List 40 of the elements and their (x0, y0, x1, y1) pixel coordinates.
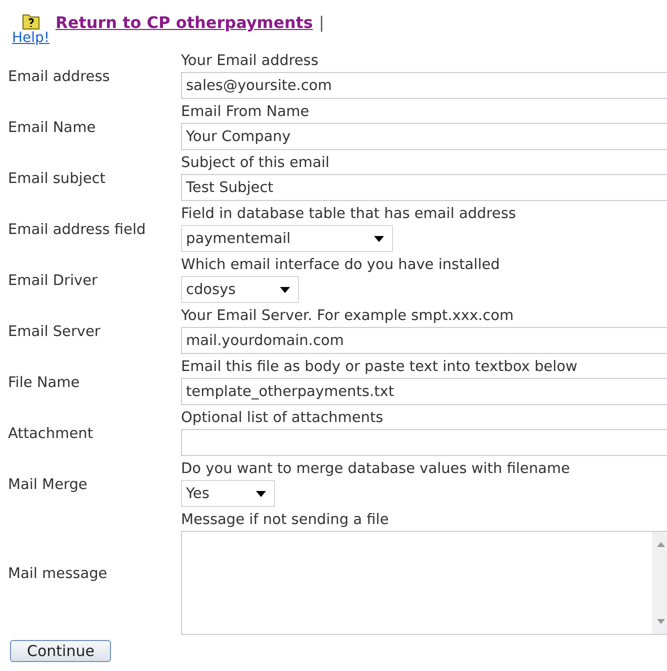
field-label: Email Driver (7, 272, 98, 288)
dropdown[interactable]: paymentemail (181, 225, 393, 252)
field-label: Mail Merge (7, 476, 88, 492)
field-hint: Which email interface do you have installed (181, 256, 501, 275)
return-link[interactable]: Return to CP otherpayments (56, 13, 313, 32)
field-hint: Field in database table that has email address (181, 205, 517, 224)
field-hint: Message if not sending a file (181, 511, 390, 530)
continue-button[interactable]: Continue (10, 640, 112, 662)
field-label: Email Name (7, 120, 97, 136)
text-field[interactable] (181, 429, 667, 456)
text-field[interactable]: Your Company (181, 123, 667, 150)
field-label: Email subject (7, 170, 106, 186)
link-separator: | (318, 13, 324, 32)
field-hint: Your Email Server. For example smpt.xxx.com (181, 307, 515, 326)
message-field[interactable] (181, 531, 667, 635)
dropdown[interactable]: cdosys (181, 276, 299, 303)
field-hint: Email From Name (181, 103, 310, 122)
field-label: Email Server (7, 324, 102, 340)
text-field[interactable]: mail.yourdomain.com (181, 327, 667, 354)
scroll-up-icon[interactable] (656, 542, 664, 547)
help-link[interactable]: Help! (12, 30, 50, 46)
caret-icon (256, 490, 266, 496)
field-label: Email address field (7, 222, 147, 238)
text-field[interactable]: Test Subject (181, 174, 667, 201)
help-folder-icon[interactable] (22, 12, 40, 30)
field-hint: Email this file as body or paste text into textbox below (181, 358, 578, 377)
dropdown[interactable]: Yes (181, 480, 275, 507)
caret-icon (280, 286, 290, 292)
field-hint: Your Email address (181, 52, 320, 71)
field-label: File Name (7, 374, 81, 390)
scroll-down-icon[interactable] (656, 619, 664, 624)
field-hint: Do you want to merge database values with filename (181, 460, 571, 479)
field-hint: Optional list of attachments (181, 409, 384, 428)
text-field[interactable]: sales@yoursite.com (181, 72, 667, 99)
field-label: Attachment (7, 426, 94, 442)
field-hint: Subject of this email (181, 154, 330, 173)
caret-icon (374, 236, 384, 242)
text-field[interactable]: template_otherpayments.txt (181, 378, 667, 405)
field-label: Email address (7, 68, 111, 84)
field-label: Mail message (7, 566, 108, 582)
